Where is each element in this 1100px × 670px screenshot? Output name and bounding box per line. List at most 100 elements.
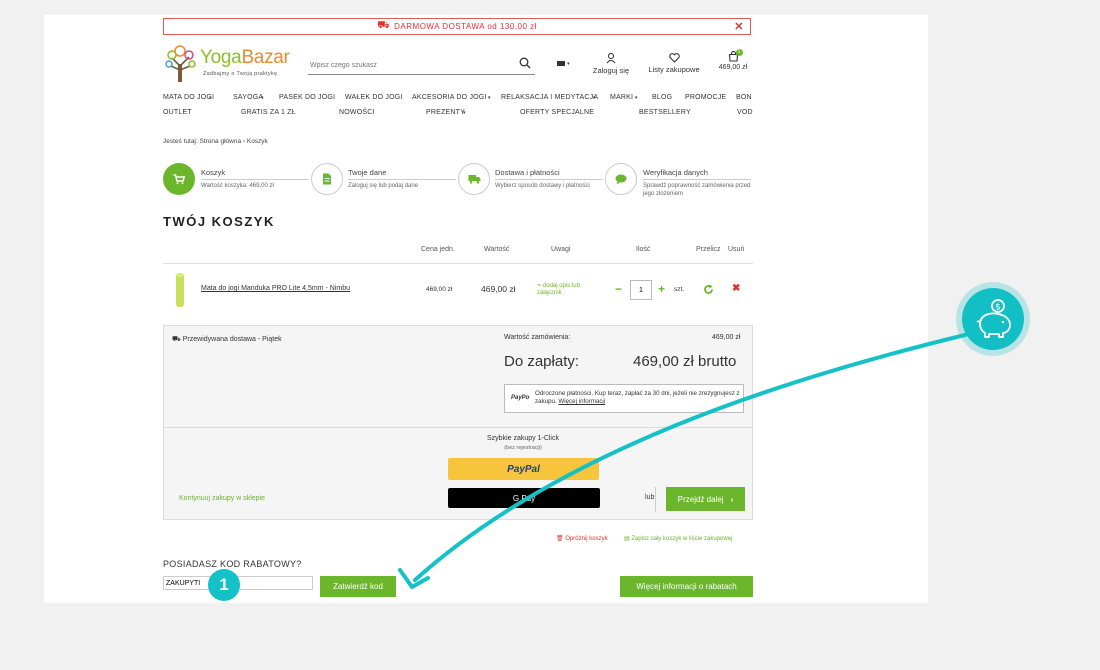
chevron-down-icon: ▾ bbox=[209, 95, 212, 101]
flag-icon bbox=[557, 60, 565, 66]
login-button[interactable]: Zaloguj się bbox=[590, 52, 632, 75]
paypo-box: PayPo Odroczone płatności. Kup teraz, za… bbox=[504, 384, 744, 413]
nav-item[interactable]: AKCESORIA DO JOGI bbox=[412, 94, 487, 101]
step-divider bbox=[201, 179, 309, 180]
tree-logo-icon bbox=[165, 45, 196, 82]
truck-icon: ⛟ bbox=[172, 336, 181, 343]
chevron-down-icon: ▾ bbox=[463, 110, 466, 116]
clear-cart-link[interactable]: 🗑 Opróżnij koszyk bbox=[556, 535, 608, 542]
savings-callout: $ bbox=[962, 288, 1024, 350]
step-circle-verification bbox=[605, 163, 637, 195]
truck-icon: ⛟ bbox=[377, 20, 391, 31]
apply-coupon-button[interactable]: Zatwierdź kod bbox=[320, 576, 396, 597]
chevron-down-icon: ▾ bbox=[635, 95, 638, 101]
nav-item[interactable]: OUTLET bbox=[163, 109, 192, 116]
wishlist-label: Listy zakupowe bbox=[648, 65, 700, 74]
nav-item[interactable]: MATA DO JOGI bbox=[163, 94, 214, 101]
item-value: 469,00 zł bbox=[481, 284, 516, 294]
login-label: Zaloguj się bbox=[592, 66, 630, 75]
nav-item[interactable]: PREZENTY bbox=[426, 109, 465, 116]
step-circle-data bbox=[311, 163, 343, 195]
paypal-button[interactable]: PayPal bbox=[448, 458, 599, 480]
chevron-down-icon: ▾ bbox=[488, 95, 491, 101]
increase-qty-button[interactable]: + bbox=[658, 282, 665, 296]
chevron-down-icon: ▾ bbox=[261, 95, 264, 101]
svg-text:$: $ bbox=[995, 303, 1001, 313]
search-input[interactable] bbox=[308, 55, 502, 76]
breadcrumb-home[interactable]: Strona główna bbox=[200, 138, 242, 145]
step-title: Dostawa i płatności bbox=[495, 168, 560, 177]
logo-name: YogaBazar bbox=[200, 47, 290, 68]
heart-icon bbox=[668, 53, 680, 63]
currency-select[interactable]: ▾ bbox=[557, 58, 570, 67]
nav-item[interactable]: OFERTY SPECJALNE bbox=[520, 109, 594, 116]
order-value: 469,00 zł bbox=[712, 334, 741, 341]
document-icon: ▤ bbox=[624, 536, 630, 542]
remove-item-button[interactable]: ✖ bbox=[732, 283, 740, 294]
unit-price: 469,00 zł bbox=[426, 286, 453, 293]
close-icon[interactable]: ✕ bbox=[734, 20, 744, 33]
breadcrumb-current: Koszyk bbox=[246, 138, 268, 145]
to-pay-label: Do zapłaty: bbox=[504, 353, 580, 370]
proceed-button[interactable]: Przejdź dalej › bbox=[666, 487, 745, 511]
unit-label: szt. bbox=[674, 286, 685, 293]
step-circle-cart bbox=[163, 163, 195, 195]
refresh-icon[interactable] bbox=[703, 284, 714, 295]
wishlist-button[interactable]: Listy zakupowe bbox=[645, 53, 703, 74]
nav-item[interactable]: GRATIS ZA 1 ZŁ bbox=[241, 109, 296, 116]
cart-total: 469,00 zł bbox=[718, 64, 748, 71]
nav-item[interactable]: SAYOGA bbox=[233, 94, 263, 101]
product-link[interactable]: Mata do jogi Manduka PRO Lite 4,5mm - Ni… bbox=[201, 285, 350, 292]
logo[interactable]: YogaBazar Zadbajmy o Twoją praktykę bbox=[163, 44, 295, 84]
save-cart-link[interactable]: ▤ Zapisz cały koszyk w liście zakupowej bbox=[624, 535, 732, 542]
col-header-qty: Ilość bbox=[636, 246, 651, 253]
nav-item[interactable]: VOD bbox=[737, 109, 753, 116]
coupon-question: POSIADASZ KOD RABATOWY? bbox=[163, 559, 302, 569]
nav-item[interactable]: NOWOŚCI bbox=[339, 109, 375, 116]
add-note-link[interactable]: ⌁ dodaj opis lub załącznik bbox=[537, 282, 595, 297]
chevron-down-icon: ▾ bbox=[567, 61, 570, 67]
google-pay-button[interactable]: G Pay bbox=[448, 488, 600, 508]
decrease-qty-button[interactable]: − bbox=[615, 282, 622, 296]
quick-buy-label: Szybkie zakupy 1-Click bbox=[487, 435, 559, 442]
yoga-mat-thumbnail[interactable] bbox=[173, 272, 187, 308]
nav-item[interactable]: PASEK DO JOGI bbox=[279, 94, 335, 101]
nav-item[interactable]: BON bbox=[736, 94, 752, 101]
nav-item[interactable]: BLOG bbox=[652, 94, 672, 101]
nav-item[interactable]: PROMOCJE bbox=[685, 94, 726, 101]
cart-title: TWÓJ KOSZYK bbox=[163, 214, 275, 229]
nav-item[interactable]: WAŁEK DO JOGI bbox=[345, 94, 403, 101]
col-header-recalc: Przelicz bbox=[696, 246, 721, 253]
step-circle-delivery bbox=[458, 163, 490, 195]
step-subtitle: Sprawdź poprawność zamówienia przed jego… bbox=[643, 183, 751, 197]
quick-buy-sublabel: (bez rejestracji) bbox=[504, 445, 542, 451]
step-title: Weryfikacja danych bbox=[643, 168, 708, 177]
order-value-label: Wartość zamówienia: bbox=[504, 334, 571, 341]
step-divider bbox=[643, 179, 751, 180]
breadcrumb: Jesteś tutaj: Strona główna › Koszyk bbox=[163, 138, 268, 145]
cart-button[interactable]: 1 469,00 zł bbox=[714, 49, 752, 71]
promo-bar: ⛟ DARMOWA DOSTAWA od 130,00 zł ✕ bbox=[163, 18, 751, 35]
step-title: Koszyk bbox=[201, 168, 226, 177]
nav-item[interactable]: BESTSELLERY bbox=[639, 109, 691, 116]
quantity-input[interactable] bbox=[630, 280, 652, 300]
step-subtitle: Zaloguj się lub podaj dane bbox=[348, 183, 419, 189]
user-icon bbox=[606, 52, 616, 64]
piggy-bank-icon: $ bbox=[976, 299, 1011, 338]
paypo-more-link[interactable]: Więcej informacji bbox=[558, 398, 605, 405]
step-subtitle: Wartość koszyka: 469,00 zł bbox=[201, 183, 274, 189]
nav-item[interactable]: RELAKSACJA I MEDYTACJA bbox=[501, 94, 598, 101]
step-divider bbox=[495, 179, 603, 180]
continue-shopping-link[interactable]: Kontynuuj zakupy w sklepie bbox=[179, 495, 265, 502]
discount-info-button[interactable]: Więcej informacji o rabatach bbox=[620, 576, 753, 597]
divider bbox=[655, 487, 656, 512]
step-number-badge: 1 bbox=[208, 569, 240, 601]
col-header-price: Cena jedn. bbox=[421, 246, 455, 253]
trash-icon: 🗑 bbox=[556, 536, 564, 542]
step-title: Twoje dane bbox=[348, 168, 387, 177]
chevron-right-icon: › bbox=[730, 494, 734, 504]
paypo-text: Odroczone płatności. Kup teraz, zapłać z… bbox=[535, 390, 740, 405]
nav-item[interactable]: MARKI bbox=[610, 94, 633, 101]
truck-icon bbox=[468, 175, 480, 184]
search-icon[interactable] bbox=[519, 57, 531, 69]
